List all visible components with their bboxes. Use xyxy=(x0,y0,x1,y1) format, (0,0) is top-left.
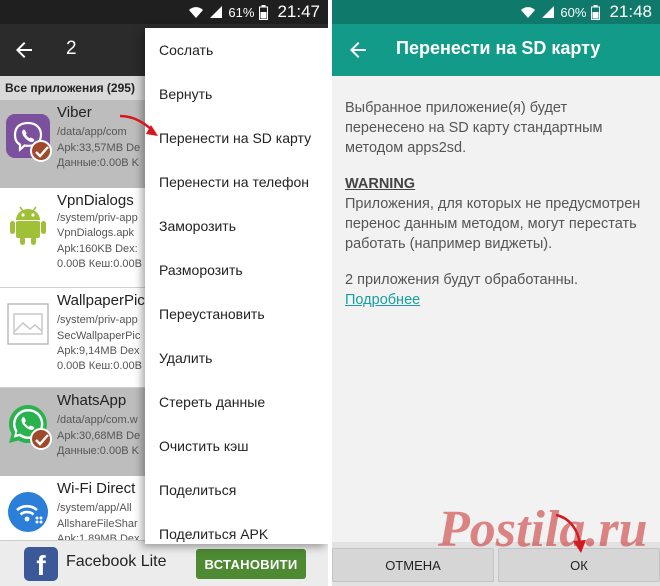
battery-percent: 60% xyxy=(560,4,587,20)
app-file: SecWallpaperPic xyxy=(57,330,141,342)
image-placeholder-icon xyxy=(7,303,49,345)
app-path: /system/app/All xyxy=(57,502,132,514)
app-bar-right: Перенести на SD карту xyxy=(332,24,660,76)
android-icon xyxy=(10,206,46,245)
signal-icon xyxy=(542,6,555,18)
signal-icon xyxy=(210,6,223,18)
app-size: Apk:160KB Dex: xyxy=(57,243,138,255)
app-cache: 0.00B Кеш:0.00B xyxy=(57,360,142,372)
status-bar-left: 61% 21:47 xyxy=(0,0,328,24)
dialog-button-bar: ОТМЕНА ОК xyxy=(332,542,660,586)
menu-item-share[interactable]: Поделиться xyxy=(145,468,328,512)
menu-item-send[interactable]: Сослать xyxy=(145,28,328,72)
description-text: Выбранное приложение(я) будет перенесено… xyxy=(345,100,603,156)
app-path: /data/app/com xyxy=(57,126,127,138)
app-size: Apk:30,68MB De xyxy=(57,430,141,442)
menu-item-uninstall[interactable]: Удалить xyxy=(145,336,328,380)
wifi-icon xyxy=(521,7,536,18)
app-name: WallpaperPic xyxy=(57,292,145,309)
check-badge-icon xyxy=(30,428,52,450)
menu-item-clear-data[interactable]: Стереть данные xyxy=(145,380,328,424)
app-path: /system/priv-app xyxy=(57,212,138,224)
clock: 21:48 xyxy=(609,2,652,21)
menu-item-unfreeze[interactable]: Разморозить xyxy=(145,248,328,292)
app-name: WhatsApp xyxy=(57,392,127,409)
menu-item-move-to-phone[interactable]: Перенести на телефон xyxy=(145,160,328,204)
warning-text: Приложения, для которых не предусмотрен … xyxy=(345,196,641,252)
menu-item-restore[interactable]: Вернуть xyxy=(145,72,328,116)
back-arrow-icon[interactable] xyxy=(346,38,370,62)
menu-item-move-to-sd[interactable]: Перенести на SD карту xyxy=(145,116,328,160)
app-size: Apk:33,57MB De xyxy=(57,142,141,154)
app-name: Wi-Fi Direct xyxy=(57,480,136,497)
right-screen: 60% 21:48 Перенести на SD карту Выбранно… xyxy=(332,0,660,586)
app-file: VpnDialogs.apk xyxy=(57,227,135,239)
battery-icon xyxy=(259,4,269,20)
menu-item-reinstall[interactable]: Переустановить xyxy=(145,292,328,336)
battery-percent: 61% xyxy=(228,4,255,20)
warning-title: WARNING xyxy=(345,176,416,192)
app-size: Apk:9,14MB Dex xyxy=(57,345,140,357)
back-arrow-icon[interactable] xyxy=(12,38,36,62)
apps-count-text: 2 приложения будут обработанны. xyxy=(345,272,579,288)
ok-button[interactable]: ОК xyxy=(498,548,660,582)
menu-item-share-apk[interactable]: Поделиться APK xyxy=(145,512,328,556)
context-menu: Сослать Вернуть Перенести на SD карту Пе… xyxy=(145,28,328,544)
status-bar-right: 60% 21:48 xyxy=(332,0,660,24)
check-badge-icon xyxy=(30,140,52,162)
wifi-direct-icon xyxy=(8,492,48,532)
battery-icon xyxy=(591,4,601,20)
more-link[interactable]: Подробнее xyxy=(345,292,420,308)
dialog-body: Выбранное приложение(я) будет перенесено… xyxy=(345,98,647,310)
app-data: Данные:0.00B K xyxy=(57,157,139,169)
app-file: AllshareFileShar xyxy=(57,518,138,530)
cancel-button[interactable]: ОТМЕНА xyxy=(332,548,494,582)
app-cache: 0.00B Кеш:0.00B xyxy=(57,258,142,270)
facebook-logo-icon: f xyxy=(24,547,58,581)
left-screen: 61% 21:47 2 Все приложения (295) Viber /… xyxy=(0,0,328,586)
app-path: /system/priv-app xyxy=(57,314,138,326)
menu-item-freeze[interactable]: Заморозить xyxy=(145,204,328,248)
selection-count: 2 xyxy=(66,38,77,59)
wifi-icon xyxy=(189,7,204,18)
app-path: /data/app/com.w xyxy=(57,414,138,426)
page-title: Перенести на SD карту xyxy=(396,38,601,58)
app-name: Viber xyxy=(57,104,92,121)
app-name: VpnDialogs xyxy=(57,192,134,209)
menu-item-clear-cache[interactable]: Очистить кэш xyxy=(145,424,328,468)
clock: 21:47 xyxy=(277,2,320,21)
app-data: Данные:0.00B K xyxy=(57,445,139,457)
